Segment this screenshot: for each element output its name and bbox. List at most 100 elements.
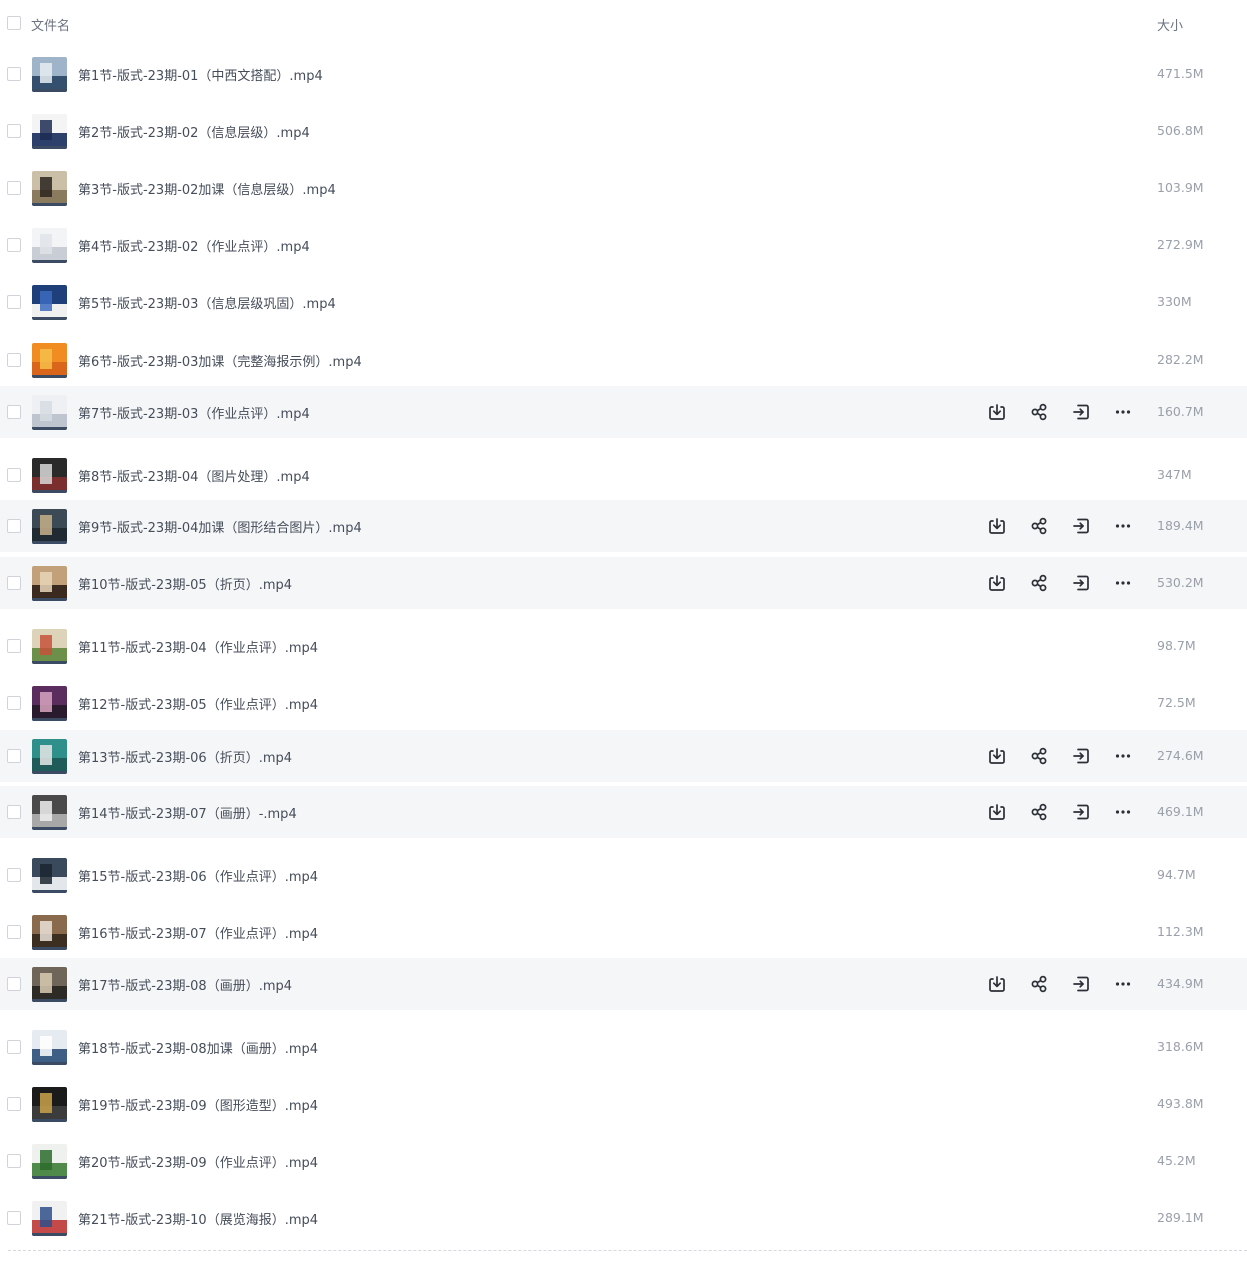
file-row[interactable]: 第2节-版式-23期-02（信息层级）.mp4 506.8M [0,105,1247,157]
video-thumbnail[interactable] [32,1144,67,1179]
share-button[interactable] [1029,516,1049,536]
file-row-checkbox[interactable] [7,1211,21,1225]
more-button[interactable] [1113,746,1133,766]
file-name[interactable]: 第10节-版式-23期-05（折页）.mp4 [78,574,292,593]
download-button[interactable] [987,974,1007,994]
move-button[interactable] [1071,516,1091,536]
file-row-checkbox[interactable] [7,749,21,763]
file-row-checkbox[interactable] [7,696,21,710]
file-row[interactable]: 第20节-版式-23期-09（作业点评）.mp4 45.2M [0,1135,1247,1187]
file-row[interactable]: 第18节-版式-23期-08加课（画册）.mp4 318.6M [0,1021,1247,1073]
file-row[interactable]: 第11节-版式-23期-04（作业点评）.mp4 98.7M [0,620,1247,672]
file-row[interactable]: 第6节-版式-23期-03加课（完整海报示例）.mp4 282.2M [0,334,1247,386]
file-name[interactable]: 第15节-版式-23期-06（作业点评）.mp4 [78,866,318,885]
file-name[interactable]: 第12节-版式-23期-05（作业点评）.mp4 [78,694,318,713]
download-button[interactable] [987,402,1007,422]
share-button[interactable] [1029,802,1049,822]
column-header-size[interactable]: 大小 [1157,15,1183,34]
file-row[interactable]: 第16节-版式-23期-07（作业点评）.mp4 112.3M [0,906,1247,958]
video-thumbnail[interactable] [32,566,67,601]
video-thumbnail[interactable] [32,458,67,493]
video-thumbnail[interactable] [32,967,67,1002]
file-name[interactable]: 第3节-版式-23期-02加课（信息层级）.mp4 [78,179,336,198]
video-thumbnail[interactable] [32,1087,67,1122]
download-button[interactable] [987,802,1007,822]
file-row-checkbox[interactable] [7,805,21,819]
file-row[interactable]: 第8节-版式-23期-04（图片处理）.mp4 347M [0,449,1247,501]
download-button[interactable] [987,516,1007,536]
video-thumbnail[interactable] [32,171,67,206]
file-row[interactable]: 第17节-版式-23期-08（画册）.mp4 434.9M [0,958,1247,1010]
file-row-checkbox[interactable] [7,519,21,533]
file-name[interactable]: 第20节-版式-23期-09（作业点评）.mp4 [78,1152,318,1171]
file-name[interactable]: 第1节-版式-23期-01（中西文搭配）.mp4 [78,65,323,84]
more-button[interactable] [1113,516,1133,536]
file-row[interactable]: 第21节-版式-23期-10（展览海报）.mp4 289.1M [0,1192,1247,1244]
file-row[interactable]: 第15节-版式-23期-06（作业点评）.mp4 94.7M [0,849,1247,901]
file-row-checkbox[interactable] [7,405,21,419]
file-row-checkbox[interactable] [7,1097,21,1111]
video-thumbnail[interactable] [32,686,67,721]
file-name[interactable]: 第21节-版式-23期-10（展览海报）.mp4 [78,1209,318,1228]
video-thumbnail[interactable] [32,858,67,893]
file-name[interactable]: 第17节-版式-23期-08（画册）.mp4 [78,975,292,994]
file-name[interactable]: 第2节-版式-23期-02（信息层级）.mp4 [78,122,310,141]
file-row[interactable]: 第13节-版式-23期-06（折页）.mp4 274.6M [0,730,1247,782]
file-name[interactable]: 第7节-版式-23期-03（作业点评）.mp4 [78,403,310,422]
file-row-checkbox[interactable] [7,124,21,138]
share-button[interactable] [1029,402,1049,422]
video-thumbnail[interactable] [32,1201,67,1236]
file-row[interactable]: 第9节-版式-23期-04加课（图形结合图片）.mp4 189.4M [0,500,1247,552]
video-thumbnail[interactable] [32,795,67,830]
file-row[interactable]: 第1节-版式-23期-01（中西文搭配）.mp4 471.5M [0,48,1247,100]
file-name[interactable]: 第9节-版式-23期-04加课（图形结合图片）.mp4 [78,517,362,536]
more-button[interactable] [1113,974,1133,994]
video-thumbnail[interactable] [32,915,67,950]
share-button[interactable] [1029,573,1049,593]
file-name[interactable]: 第6节-版式-23期-03加课（完整海报示例）.mp4 [78,351,362,370]
file-name[interactable]: 第8节-版式-23期-04（图片处理）.mp4 [78,466,310,485]
file-name[interactable]: 第16节-版式-23期-07（作业点评）.mp4 [78,923,318,942]
share-button[interactable] [1029,974,1049,994]
video-thumbnail[interactable] [32,509,67,544]
file-row-checkbox[interactable] [7,67,21,81]
move-button[interactable] [1071,802,1091,822]
file-row-checkbox[interactable] [7,639,21,653]
file-row[interactable]: 第4节-版式-23期-02（作业点评）.mp4 272.9M [0,219,1247,271]
move-button[interactable] [1071,974,1091,994]
more-button[interactable] [1113,802,1133,822]
file-row-checkbox[interactable] [7,181,21,195]
file-name[interactable]: 第18节-版式-23期-08加课（画册）.mp4 [78,1038,318,1057]
file-row[interactable]: 第10节-版式-23期-05（折页）.mp4 530.2M [0,557,1247,609]
video-thumbnail[interactable] [32,57,67,92]
file-row[interactable]: 第5节-版式-23期-03（信息层级巩固）.mp4 330M [0,276,1247,328]
file-row-checkbox[interactable] [7,353,21,367]
move-button[interactable] [1071,573,1091,593]
file-row[interactable]: 第14节-版式-23期-07（画册）-.mp4 469.1M [0,786,1247,838]
file-row-checkbox[interactable] [7,977,21,991]
file-row[interactable]: 第3节-版式-23期-02加课（信息层级）.mp4 103.9M [0,162,1247,214]
file-row-checkbox[interactable] [7,238,21,252]
file-row-checkbox[interactable] [7,1154,21,1168]
select-all-checkbox[interactable] [7,16,21,30]
column-header-name[interactable]: 文件名 [31,15,70,34]
file-row-checkbox[interactable] [7,868,21,882]
more-button[interactable] [1113,402,1133,422]
download-button[interactable] [987,746,1007,766]
share-button[interactable] [1029,746,1049,766]
move-button[interactable] [1071,402,1091,422]
file-row[interactable]: 第12节-版式-23期-05（作业点评）.mp4 72.5M [0,677,1247,729]
video-thumbnail[interactable] [32,1030,67,1065]
file-row[interactable]: 第19节-版式-23期-09（图形造型）.mp4 493.8M [0,1078,1247,1130]
video-thumbnail[interactable] [32,343,67,378]
file-row-checkbox[interactable] [7,576,21,590]
move-button[interactable] [1071,746,1091,766]
more-button[interactable] [1113,573,1133,593]
file-name[interactable]: 第13节-版式-23期-06（折页）.mp4 [78,747,292,766]
file-name[interactable]: 第11节-版式-23期-04（作业点评）.mp4 [78,637,318,656]
video-thumbnail[interactable] [32,114,67,149]
video-thumbnail[interactable] [32,285,67,320]
video-thumbnail[interactable] [32,629,67,664]
file-name[interactable]: 第5节-版式-23期-03（信息层级巩固）.mp4 [78,293,336,312]
file-name[interactable]: 第14节-版式-23期-07（画册）-.mp4 [78,803,297,822]
